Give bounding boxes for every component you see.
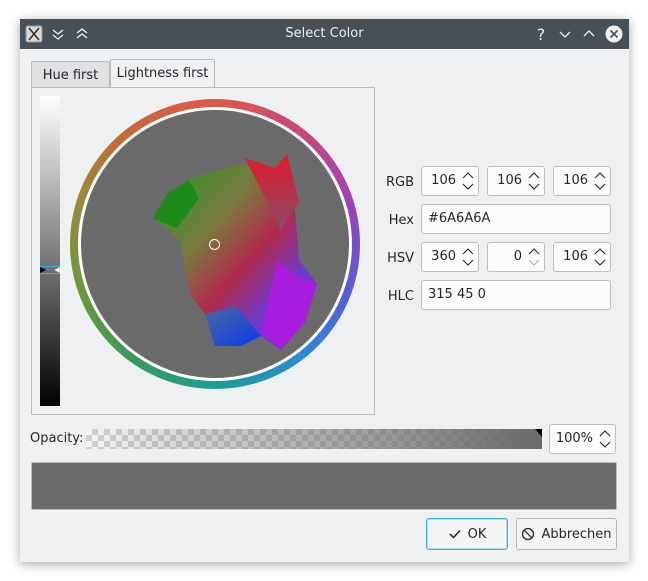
opacity-spinbox[interactable]: 100%: [549, 424, 616, 454]
ok-button[interactable]: OK: [426, 518, 508, 550]
spin-arrows-icon[interactable]: [527, 246, 541, 268]
color-dialog-window: Select Color ? Hue first Lightness first…: [20, 19, 629, 562]
lightness-slider-handle[interactable]: [40, 263, 61, 274]
spin-arrows-icon[interactable]: [593, 246, 607, 268]
cancel-button-label: Abbrechen: [541, 526, 612, 542]
x-app-icon[interactable]: [24, 19, 44, 49]
maximize-icon[interactable]: [581, 19, 597, 49]
color-wheel[interactable]: [70, 99, 360, 389]
hex-input[interactable]: #6A6A6A: [421, 204, 611, 234]
spin-arrows-icon[interactable]: [598, 428, 612, 450]
cancel-button[interactable]: Abbrechen: [516, 518, 617, 550]
spin-arrows-icon[interactable]: [461, 170, 475, 192]
help-icon[interactable]: ?: [532, 19, 550, 49]
hsv-value-value[interactable]: 106: [563, 243, 588, 271]
color-preview-swatch: [31, 462, 617, 510]
hsv-hue-spinbox[interactable]: 360: [421, 242, 479, 272]
cancel-icon: [522, 527, 535, 541]
hsv-hue-value[interactable]: 360: [431, 243, 456, 271]
tab-hue-first[interactable]: Hue first: [31, 61, 110, 88]
checkmark-icon: [449, 529, 461, 539]
tab-lightness-first[interactable]: Lightness first: [110, 59, 215, 88]
opacity-slider[interactable]: [86, 429, 542, 449]
hsv-saturation-spinbox[interactable]: 0: [487, 242, 545, 272]
lightness-slider[interactable]: [40, 96, 60, 406]
spin-arrows-icon[interactable]: [593, 170, 607, 192]
rgb-blue-spinbox[interactable]: 106: [553, 166, 611, 196]
spin-arrows-icon[interactable]: [527, 170, 541, 192]
color-cursor[interactable]: [209, 239, 220, 250]
opacity-value[interactable]: 100%: [556, 425, 593, 453]
chevrons-up-icon[interactable]: [74, 19, 90, 49]
title-bar: Select Color ?: [20, 19, 629, 49]
color-selector-panel: [31, 87, 375, 415]
chevrons-down-icon[interactable]: [50, 19, 66, 49]
spin-arrows-icon[interactable]: [461, 246, 475, 268]
minimize-icon[interactable]: [557, 19, 573, 49]
opacity-slider-handle[interactable]: [535, 429, 542, 449]
rgb-red-value[interactable]: 106: [431, 167, 456, 195]
rgb-green-spinbox[interactable]: 106: [487, 166, 545, 196]
hlc-label: HLC: [387, 289, 414, 304]
hlc-input[interactable]: 315 45 0: [421, 280, 611, 310]
hsv-saturation-value[interactable]: 0: [514, 243, 522, 271]
rgb-label: RGB: [385, 175, 414, 190]
hex-label: Hex: [388, 213, 414, 228]
opacity-label: Opacity:: [30, 431, 84, 446]
close-icon[interactable]: [604, 19, 624, 49]
hsv-value-spinbox[interactable]: 106: [553, 242, 611, 272]
rgb-green-value[interactable]: 106: [497, 167, 522, 195]
ok-button-label: OK: [467, 526, 487, 542]
rgb-blue-value[interactable]: 106: [563, 167, 588, 195]
hsv-label: HSV: [387, 251, 414, 266]
rgb-red-spinbox[interactable]: 106: [421, 166, 479, 196]
